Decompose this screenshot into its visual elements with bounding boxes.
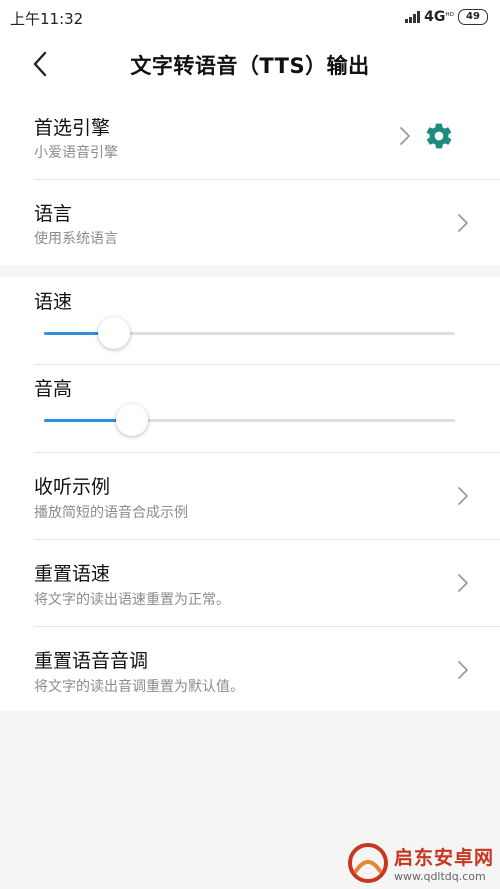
battery-level: 49	[466, 11, 480, 22]
speech-rate-slider-thumb[interactable]	[97, 317, 130, 349]
reset-pitch-title: 重置语音音调	[34, 650, 149, 672]
watermark-logo-icon	[347, 843, 388, 883]
preferred-engine-title: 首选引擎	[34, 117, 111, 139]
reset-rate-row[interactable]: 重置语速 将文字的读出语速重置为正常。	[0, 539, 500, 626]
gear-icon[interactable]	[424, 121, 454, 151]
preferred-engine-subtitle: 小爱语音引擎	[34, 145, 118, 161]
chevron-right-icon	[400, 127, 410, 145]
speech-rate-slider[interactable]	[44, 317, 455, 349]
watermark-name: 启东安卓网	[393, 847, 494, 869]
header: 文字转语音（TTS）输出	[0, 36, 500, 92]
reset-rate-title: 重置语速	[34, 563, 111, 585]
reset-rate-subtitle: 将文字的读出语速重置为正常。	[34, 592, 230, 608]
speech-rate-title: 语速	[34, 291, 73, 313]
status-indicators: 4G ᴴᴰ 49	[405, 9, 488, 25]
chevron-right-icon	[458, 214, 468, 232]
preferred-engine-row[interactable]: 首选引擎 小爱语音引擎	[0, 92, 500, 179]
reset-pitch-subtitle: 将文字的读出音调重置为默认值。	[34, 679, 244, 695]
watermark-url: www.qdltdq.com	[393, 870, 486, 883]
speech-group: 语速 音高 收听示例 播放简短的语音合成示例 重置语速 将文字的读出语速重置为正…	[0, 277, 500, 711]
watermark: 启东安卓网 www.qdltdq.com	[347, 843, 494, 883]
battery-icon: 49	[458, 9, 488, 25]
pitch-slider[interactable]	[44, 404, 455, 436]
pitch-slider-thumb[interactable]	[116, 404, 149, 436]
speech-rate-row: 语速	[0, 277, 500, 364]
listen-example-row[interactable]: 收听示例 播放简短的语音合成示例	[0, 452, 500, 539]
listen-example-subtitle: 播放简短的语音合成示例	[34, 505, 188, 521]
chevron-right-icon	[458, 661, 468, 679]
language-title: 语言	[34, 203, 73, 225]
pitch-title: 音高	[34, 378, 73, 400]
chevron-right-icon	[458, 487, 468, 505]
page-title: 文字转语音（TTS）输出	[130, 54, 370, 78]
engine-group: 首选引擎 小爱语音引擎 语言 使用系统语言	[0, 92, 500, 265]
language-row[interactable]: 语言 使用系统语言	[0, 179, 500, 265]
watermark-text: 启东安卓网 www.qdltdq.com	[394, 843, 494, 883]
network-label: 4G	[424, 9, 446, 25]
status-bar: 上午11:32 4G ᴴᴰ 49	[0, 0, 500, 36]
language-subtitle: 使用系统语言	[34, 231, 118, 247]
pitch-row: 音高	[0, 364, 500, 452]
chevron-right-icon	[458, 574, 468, 592]
listen-example-title: 收听示例	[34, 476, 111, 498]
network-hd-label: ᴴᴰ	[445, 12, 454, 22]
signal-icon	[405, 11, 421, 23]
status-time: 上午11:32	[10, 10, 84, 28]
reset-pitch-row[interactable]: 重置语音音调 将文字的读出音调重置为默认值。	[0, 626, 500, 711]
